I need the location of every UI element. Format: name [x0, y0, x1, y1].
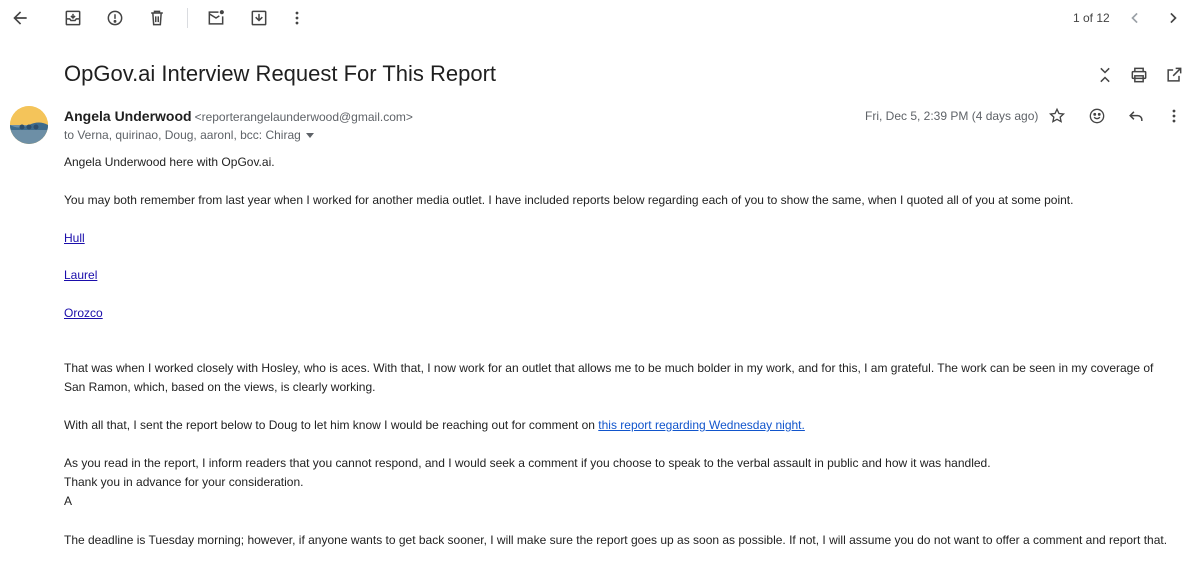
reply-icon[interactable]	[1122, 102, 1150, 130]
newer-chevron-icon[interactable]	[1159, 4, 1187, 32]
sender-name[interactable]: Angela Underwood	[64, 108, 192, 124]
body-paragraph-3: With all that, I sent the report below t…	[64, 418, 805, 432]
report-spam-icon[interactable]	[101, 4, 129, 32]
message-more-vert-icon[interactable]	[1160, 102, 1188, 130]
sender-line: Angela Underwood <reporterangelaunderwood…	[64, 108, 413, 126]
recipients-line[interactable]: to Verna, quirinao, Doug, aaronl, bcc: C…	[64, 128, 314, 142]
archive-icon[interactable]	[59, 4, 87, 32]
email-date: Fri, Dec 5, 2:39 PM (4 days ago)	[865, 109, 1039, 123]
body-greeting: Angela Underwood here with OpGov.ai.	[64, 155, 275, 169]
pager-count: 1 of 12	[1073, 11, 1110, 25]
emoji-react-icon[interactable]	[1083, 102, 1111, 130]
body-paragraph-4-line-1: As you read in the report, I inform read…	[64, 456, 991, 470]
print-icon[interactable]	[1125, 61, 1153, 89]
more-vert-icon[interactable]	[283, 4, 311, 32]
email-subject: OpGov.ai Interview Request For This Repo…	[64, 61, 497, 86]
body-paragraph-4-line-2: Thank you in advance for your considerat…	[64, 475, 304, 489]
move-to-icon[interactable]	[245, 4, 273, 32]
toolbar-divider	[187, 8, 188, 28]
collapse-all-icon[interactable]	[1091, 61, 1119, 89]
link-laurel[interactable]: Laurel	[64, 268, 97, 282]
older-chevron-icon[interactable]	[1121, 4, 1149, 32]
report-link[interactable]: this report regarding Wednesday night.	[598, 418, 805, 432]
open-new-window-icon[interactable]	[1160, 61, 1188, 89]
star-icon[interactable]	[1043, 102, 1071, 130]
body-paragraph-5: The deadline is Tuesday morning; however…	[64, 533, 1168, 547]
body-paragraph-1: You may both remember from last year whe…	[64, 193, 1074, 207]
body-paragraph-2: That was when I worked closely with Hosl…	[64, 361, 1154, 394]
body-paragraph-3-text: With all that, I sent the report below t…	[64, 418, 599, 432]
link-orozco[interactable]: Orozco	[64, 306, 103, 320]
link-hull[interactable]: Hull	[64, 231, 85, 245]
mark-unread-icon[interactable]	[202, 4, 230, 32]
body-signoff: A	[64, 494, 73, 508]
back-arrow-icon[interactable]	[6, 4, 34, 32]
delete-icon[interactable]	[143, 4, 171, 32]
recipients-text: to Verna, quirinao, Doug, aaronl, bcc: C…	[64, 128, 301, 142]
sender-email: <reporterangelaunderwood@gmail.com>	[194, 110, 413, 124]
show-details-caret-icon[interactable]	[305, 132, 314, 138]
avatar[interactable]	[10, 106, 48, 144]
